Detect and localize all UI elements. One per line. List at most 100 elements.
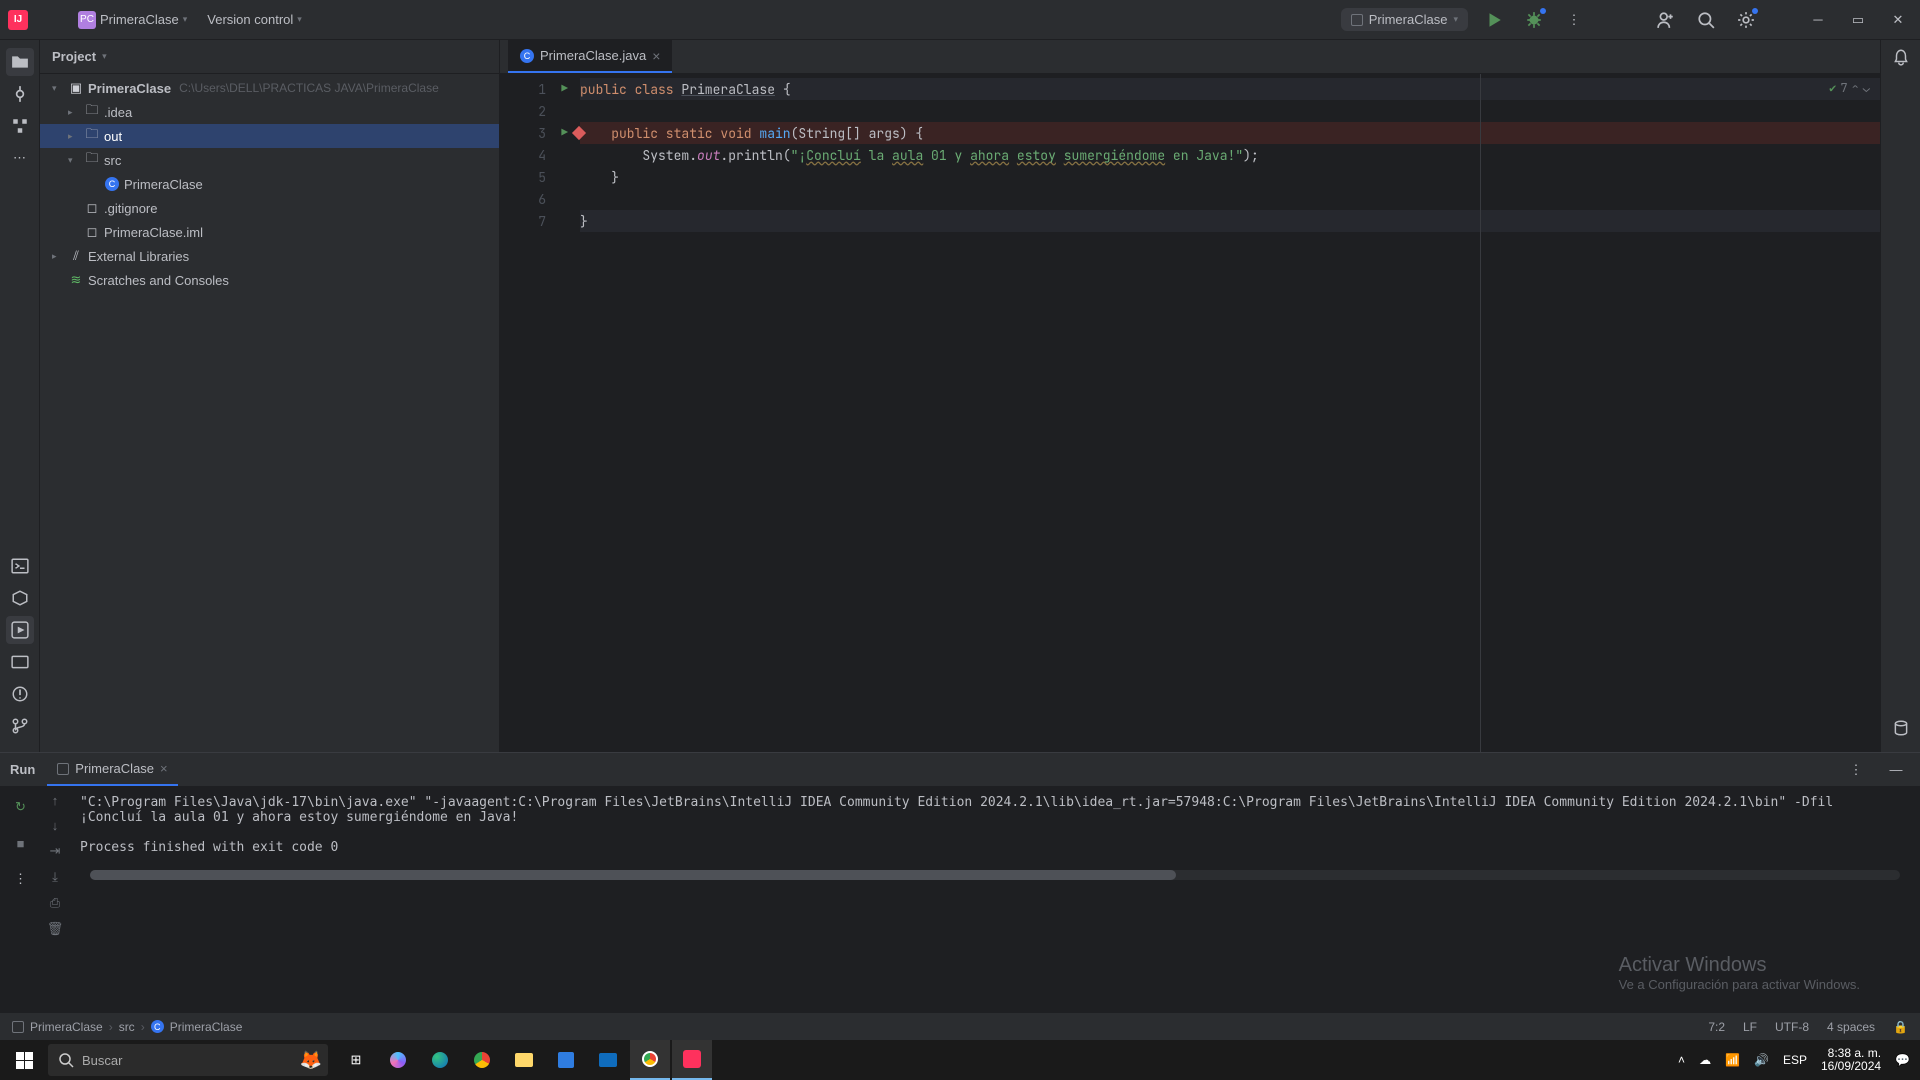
run-tab[interactable]: PrimeraClase × bbox=[47, 753, 177, 786]
play-icon bbox=[1485, 11, 1503, 29]
store-app[interactable] bbox=[546, 1040, 586, 1080]
task-view-button[interactable]: ⊞ bbox=[336, 1040, 376, 1080]
left-tool-rail: ⋯ bbox=[0, 40, 40, 752]
run-tool-button[interactable] bbox=[6, 616, 34, 644]
watermark-title: Activar Windows bbox=[1619, 954, 1860, 977]
right-margin-guide bbox=[1480, 74, 1481, 752]
run-button[interactable] bbox=[1480, 6, 1508, 34]
caret-position[interactable]: 7:2 bbox=[1708, 1020, 1725, 1034]
settings-button[interactable] bbox=[1732, 6, 1760, 34]
explorer-app[interactable] bbox=[504, 1040, 544, 1080]
close-tab-button[interactable]: × bbox=[652, 48, 660, 64]
project-tool-button[interactable] bbox=[6, 48, 34, 76]
status-bar: PrimeraClase › src › C PrimeraClase 7:2 … bbox=[0, 1012, 1920, 1040]
hammer-icon bbox=[11, 653, 29, 671]
tree-gitignore[interactable]: ◻ .gitignore bbox=[40, 196, 499, 220]
more-run-actions[interactable]: ⋮ bbox=[7, 865, 35, 893]
more-actions-button[interactable]: ⋮ bbox=[1560, 6, 1588, 34]
hide-panel-button[interactable]: — bbox=[1882, 756, 1910, 784]
build-tool-button[interactable] bbox=[6, 648, 34, 676]
run-configuration-selector[interactable]: PrimeraClase ▾ bbox=[1341, 8, 1468, 31]
main-menu-button[interactable] bbox=[36, 6, 64, 34]
indent-info[interactable]: 4 spaces bbox=[1827, 1020, 1875, 1034]
up-arrow-icon[interactable]: ↑ bbox=[52, 793, 59, 808]
window-minimize-button[interactable]: ─ bbox=[1804, 6, 1832, 34]
services-tool-button[interactable] bbox=[6, 584, 34, 612]
structure-tool-button[interactable] bbox=[6, 112, 34, 140]
run-config-label: PrimeraClase bbox=[1369, 12, 1448, 27]
notifications-button[interactable] bbox=[1892, 48, 1910, 69]
tray-chevron-icon[interactable]: ˄ bbox=[1678, 1053, 1685, 1067]
intellij-running-app[interactable] bbox=[672, 1040, 712, 1080]
vcs-tool-button[interactable] bbox=[6, 712, 34, 740]
readonly-toggle[interactable]: 🔒 bbox=[1893, 1020, 1908, 1034]
stop-button[interactable]: ■ bbox=[7, 829, 35, 857]
rerun-button[interactable]: ↻ bbox=[7, 793, 35, 821]
line-separator[interactable]: LF bbox=[1743, 1020, 1757, 1034]
run-gutter-icon[interactable]: ▶ bbox=[561, 82, 568, 96]
problems-tool-button[interactable] bbox=[6, 680, 34, 708]
tree-scratches[interactable]: ≋ Scratches and Consoles bbox=[40, 268, 499, 292]
chevron-right-icon: ▸ bbox=[68, 131, 80, 142]
structure-icon bbox=[11, 117, 29, 135]
code-editor[interactable]: 1▶ 2 3▶ 4 5 6 7 public class PrimeraClas… bbox=[500, 74, 1880, 752]
version-control-menu[interactable]: Version control ▾ bbox=[201, 8, 308, 31]
down-arrow-icon[interactable]: ↓ bbox=[52, 818, 59, 833]
tree-class-file[interactable]: C PrimeraClase bbox=[40, 172, 499, 196]
mail-app[interactable] bbox=[588, 1040, 628, 1080]
chrome-app[interactable] bbox=[462, 1040, 502, 1080]
chevron-down-icon: ▾ bbox=[183, 14, 188, 25]
commit-tool-button[interactable] bbox=[6, 80, 34, 108]
windows-logo-icon bbox=[16, 1052, 33, 1069]
chrome-running-app[interactable] bbox=[630, 1040, 670, 1080]
onedrive-icon[interactable]: ☁ bbox=[1699, 1053, 1711, 1067]
breadcrumb[interactable]: PrimeraClase › src › C PrimeraClase bbox=[12, 1020, 242, 1034]
folder-label: src bbox=[104, 153, 121, 168]
inspection-widget[interactable]: ✔ 7 ⌃ ⌄ bbox=[1829, 80, 1870, 96]
debug-button[interactable] bbox=[1520, 6, 1548, 34]
run-config-icon bbox=[57, 763, 69, 775]
run-gutter-icon[interactable]: ▶ bbox=[561, 126, 568, 140]
language-indicator[interactable]: ESP bbox=[1783, 1053, 1807, 1067]
clear-button[interactable]: 🗑 bbox=[47, 921, 64, 937]
tree-folder-src[interactable]: ▾ 🗀 src bbox=[40, 148, 499, 172]
taskbar-search[interactable]: Buscar 🦊 bbox=[48, 1044, 328, 1076]
run-options-button[interactable]: ⋮ bbox=[1842, 756, 1870, 784]
close-tab-button[interactable]: × bbox=[160, 761, 168, 776]
more-tools-button[interactable]: ⋯ bbox=[6, 144, 34, 172]
chevron-down-icon: ▾ bbox=[1453, 14, 1458, 25]
file-encoding[interactable]: UTF-8 bbox=[1775, 1020, 1809, 1034]
action-center-button[interactable]: 💬 bbox=[1895, 1053, 1910, 1067]
chevron-down-icon[interactable]: ⌄ bbox=[1863, 80, 1870, 96]
chevron-up-icon[interactable]: ⌃ bbox=[1852, 80, 1859, 96]
volume-icon[interactable]: 🔊 bbox=[1754, 1053, 1769, 1067]
window-close-button[interactable]: ✕ bbox=[1884, 6, 1912, 34]
tree-folder-idea[interactable]: ▸ 🗀 .idea bbox=[40, 100, 499, 124]
start-button[interactable] bbox=[0, 1040, 48, 1080]
chevron-down-icon: ▾ bbox=[102, 51, 107, 62]
tab-label: PrimeraClase.java bbox=[540, 48, 646, 63]
terminal-tool-button[interactable] bbox=[6, 552, 34, 580]
scroll-end-button[interactable]: ⤓ bbox=[52, 869, 58, 885]
project-selector[interactable]: PC PrimeraClase ▾ bbox=[72, 7, 193, 33]
scratch-icon: ≋ bbox=[68, 272, 84, 288]
horizontal-scrollbar[interactable] bbox=[90, 870, 1900, 880]
window-restore-button[interactable]: ▭ bbox=[1844, 6, 1872, 34]
scrollbar-thumb[interactable] bbox=[90, 870, 1176, 880]
wifi-icon[interactable]: 📶 bbox=[1725, 1053, 1740, 1067]
tree-external-libs[interactable]: ▸ ⫽ External Libraries bbox=[40, 244, 499, 268]
tree-folder-out[interactable]: ▸ 🗀 out bbox=[40, 124, 499, 148]
tree-iml[interactable]: ◻ PrimeraClase.iml bbox=[40, 220, 499, 244]
edge-app[interactable] bbox=[420, 1040, 460, 1080]
editor-tab[interactable]: C PrimeraClase.java × bbox=[508, 40, 672, 73]
code-with-me-button[interactable] bbox=[1652, 6, 1680, 34]
code-content[interactable]: public class PrimeraClase { public stati… bbox=[554, 74, 1880, 752]
print-button[interactable]: ⎙ bbox=[50, 895, 60, 911]
clock[interactable]: 8:38 a. m. 16/09/2024 bbox=[1821, 1047, 1881, 1073]
soft-wrap-button[interactable]: ⇥ bbox=[50, 843, 61, 859]
tree-root[interactable]: ▾ ▣ PrimeraClase C:\Users\DELL\PRACTICAS… bbox=[40, 76, 499, 100]
project-header[interactable]: Project ▾ bbox=[40, 40, 499, 74]
search-everywhere-button[interactable] bbox=[1692, 6, 1720, 34]
ai-assistant-button[interactable] bbox=[1892, 719, 1910, 740]
copilot-app[interactable] bbox=[378, 1040, 418, 1080]
